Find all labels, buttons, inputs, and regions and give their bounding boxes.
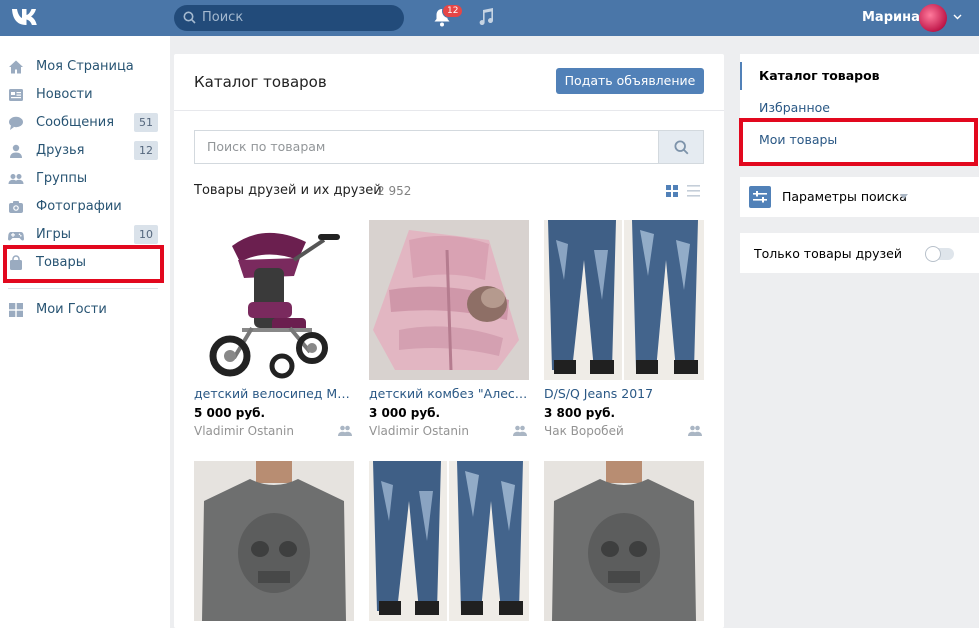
- sidebar-item-photos[interactable]: Фотографии: [8, 195, 160, 219]
- sidebar-item-games[interactable]: Игры 10: [8, 223, 160, 247]
- sidebar-item-messages[interactable]: Сообщения 51: [8, 111, 160, 135]
- product-price: 3 800 руб.: [544, 406, 616, 420]
- product-image[interactable]: [194, 461, 354, 621]
- sidebar-item-label: Новости: [36, 87, 93, 102]
- grid-view-icon[interactable]: [666, 185, 678, 197]
- sidebar-item-my-page[interactable]: Моя Страница: [8, 55, 160, 79]
- friends-count-badge: 12: [134, 141, 158, 160]
- sidebar-item-label: Друзья: [36, 143, 85, 158]
- sidebar-item-label: Мои Гости: [36, 302, 107, 317]
- messages-count-badge: 51: [134, 113, 158, 132]
- product-search-placeholder: Поиск по товарам: [207, 139, 326, 154]
- post-ad-button[interactable]: Подать объявление: [556, 68, 704, 94]
- menu-item-catalog[interactable]: Каталог товаров: [759, 68, 880, 83]
- friends-only-panel: Только товары друзей: [740, 233, 979, 273]
- product-image[interactable]: [544, 220, 704, 380]
- chevron-down-icon[interactable]: [953, 14, 962, 20]
- product-seller[interactable]: Vladimir Ostanin: [369, 424, 469, 438]
- avatar[interactable]: [919, 4, 947, 32]
- sidebar-item-label: Фотографии: [36, 199, 122, 214]
- sidebar-item-label: Моя Страница: [36, 59, 134, 74]
- product-price: 5 000 руб.: [194, 406, 266, 420]
- product-title[interactable]: детский велосипед MODI: [194, 386, 354, 401]
- friends-only-toggle[interactable]: [925, 246, 954, 262]
- menu-item-favorites[interactable]: Избранное: [759, 100, 830, 115]
- news-icon: [9, 89, 23, 101]
- highlight-goods-annotation: [3, 245, 164, 283]
- notifications-badge: 12: [442, 4, 464, 18]
- search-params-label: Параметры поиска: [782, 189, 907, 204]
- product-search-button[interactable]: [658, 130, 704, 164]
- user-name[interactable]: Марина: [862, 10, 920, 25]
- catalog-panel: Каталог товаров Подать объявление Поиск …: [174, 54, 724, 628]
- sidebar-item-label: Сообщения: [36, 115, 115, 130]
- product-price: 3 000 руб.: [369, 406, 441, 420]
- header-divider: [174, 110, 724, 111]
- skull-tshirt-image: [544, 461, 704, 621]
- page-title: Каталог товаров: [194, 73, 327, 91]
- product-image[interactable]: [194, 220, 354, 380]
- left-sidebar: Моя Страница Новости Сообщения 51 Друзья…: [0, 36, 170, 628]
- sidebar-item-label: Игры: [36, 227, 72, 242]
- person-icon: [10, 144, 22, 158]
- sidebar-item-label: Группы: [36, 171, 88, 186]
- music-icon[interactable]: [478, 8, 494, 26]
- list-view-icon[interactable]: [687, 185, 700, 197]
- home-icon: [9, 60, 23, 74]
- games-count-badge: 10: [134, 225, 158, 244]
- filter-icon: [749, 186, 771, 208]
- sidebar-item-groups[interactable]: Группы: [8, 167, 160, 191]
- vk-logo-icon: [12, 9, 37, 25]
- product-image[interactable]: [544, 461, 704, 621]
- product-title[interactable]: D/S/Q Jeans 2017: [544, 386, 704, 401]
- header-search-input[interactable]: Поиск: [174, 5, 404, 31]
- camera-icon: [9, 201, 23, 213]
- vk-logo[interactable]: [10, 6, 42, 30]
- grid-icon: [9, 303, 23, 317]
- gamepad-icon: [8, 232, 24, 241]
- product-search-input[interactable]: Поиск по товарам: [194, 130, 658, 164]
- highlight-my-goods-annotation: [739, 118, 978, 166]
- caret-down-icon: [900, 194, 908, 199]
- jeans-image: [544, 220, 704, 380]
- product-title[interactable]: детский комбез "Алессандро": [369, 386, 529, 401]
- section-count: 2 952: [377, 184, 412, 198]
- jeans-image: [369, 461, 529, 621]
- friends-icon: [338, 425, 352, 436]
- people-icon: [8, 174, 24, 184]
- friends-icon: [513, 425, 527, 436]
- section-title: Товары друзей и их друзей: [194, 183, 382, 198]
- top-bar: Поиск 12 Марина: [0, 0, 979, 36]
- header-search-placeholder: Поиск: [202, 10, 244, 25]
- product-seller[interactable]: Чак Воробей: [544, 424, 624, 438]
- product-seller[interactable]: Vladimir Ostanin: [194, 424, 294, 438]
- stroller-bike-image: [209, 232, 340, 379]
- search-icon: [674, 140, 689, 155]
- sidebar-item-guests[interactable]: Мои Гости: [8, 298, 160, 322]
- active-indicator: [740, 62, 742, 90]
- pink-jacket-image: [369, 220, 529, 380]
- sidebar-divider: [8, 288, 158, 289]
- search-icon: [183, 11, 196, 24]
- search-params-panel[interactable]: Параметры поиска: [740, 177, 979, 217]
- friends-only-label: Только товары друзей: [754, 246, 902, 261]
- product-image[interactable]: [369, 220, 529, 380]
- toggle-knob: [925, 246, 941, 262]
- sidebar-item-friends[interactable]: Друзья 12: [8, 139, 160, 163]
- product-image[interactable]: [369, 461, 529, 621]
- sidebar-item-news[interactable]: Новости: [8, 83, 160, 107]
- chat-icon: [9, 116, 23, 130]
- skull-tshirt-image: [194, 461, 354, 621]
- friends-icon: [688, 425, 702, 436]
